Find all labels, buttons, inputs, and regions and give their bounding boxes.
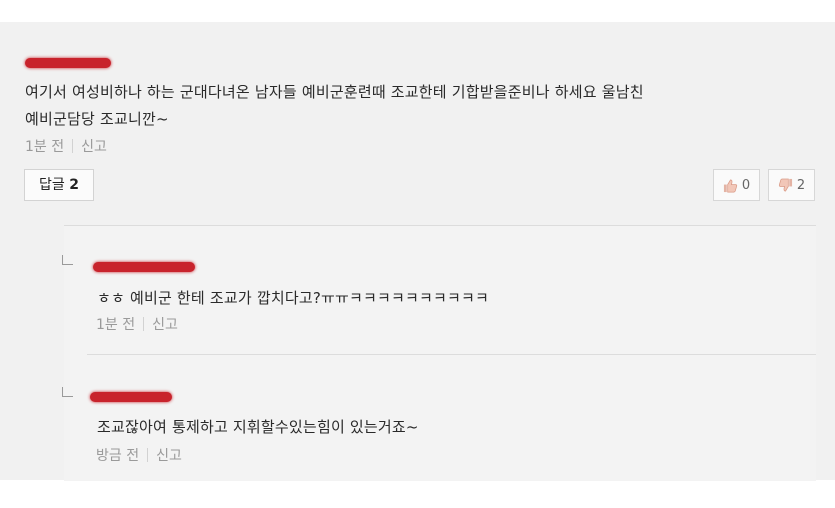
report-link[interactable]: 신고 — [152, 317, 178, 333]
comment-time: 1분 전 — [25, 139, 65, 155]
report-link[interactable]: 신고 — [156, 448, 182, 464]
reply-time: 1분 전 — [96, 317, 136, 333]
redacted-username — [93, 262, 195, 272]
thumbs-up-icon — [723, 178, 738, 193]
report-link[interactable]: 신고 — [81, 139, 107, 155]
reply-divider — [87, 354, 816, 355]
thumbs-down-icon — [778, 178, 793, 193]
reply-text: 조교잖아여 통제하고 지휘할수있는힘이 있는거죠~ — [97, 418, 419, 436]
redacted-username — [25, 58, 111, 68]
reply-text: ㅎㅎ 예비군 한테 조교가 깝치다고?ㅠㅠㅋㅋㅋㅋㅋㅋㅋㅋㅋㅋ — [97, 289, 490, 307]
meta-divider — [72, 139, 74, 153]
comment-meta: 1분 전 신고 — [25, 136, 107, 156]
like-count: 0 — [741, 177, 751, 193]
reply-time: 방금 전 — [96, 448, 140, 464]
reply-meta: 방금 전 신고 — [96, 445, 182, 465]
reply-button[interactable]: 답글 2 — [24, 169, 94, 201]
reply-arrow-icon — [62, 387, 73, 397]
comment-text-line1: 여기서 여성비하나 하는 군대다녀온 남자들 예비군훈련때 조교한테 기합받을준… — [25, 83, 644, 101]
dislike-count: 2 — [796, 177, 806, 193]
reply-count: 2 — [69, 177, 79, 193]
redacted-username — [90, 392, 172, 402]
reply-button-label: 답글 — [39, 177, 65, 193]
reply-arrow-icon — [62, 255, 73, 265]
meta-divider — [143, 317, 145, 331]
dislike-button[interactable]: 2 — [768, 169, 815, 201]
comment-text: 여기서 여성비하나 하는 군대다녀온 남자들 예비군훈련때 조교한테 기합받을준… — [25, 79, 825, 133]
like-button[interactable]: 0 — [713, 169, 760, 201]
reply-meta: 1분 전 신고 — [96, 314, 178, 334]
meta-divider — [147, 448, 149, 462]
comment-text-line2: 예비군담당 조교니깐~ — [25, 110, 169, 128]
